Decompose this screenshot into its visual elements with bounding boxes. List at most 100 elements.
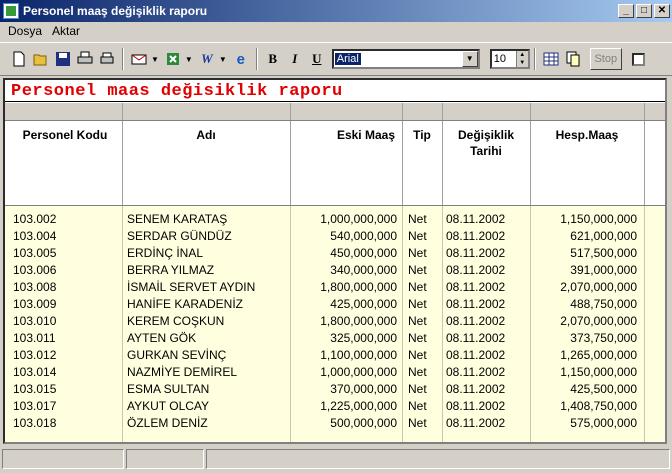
cell-hesp-maas: 517,500,000 xyxy=(570,246,637,260)
bold-button[interactable]: B xyxy=(262,48,284,70)
table-row: 103.018 ÖZLEM DENİZ 500,000,000 Net 08.11.20… xyxy=(5,415,665,432)
cell-degisiklik-tarihi: 08.11.2002 xyxy=(446,348,506,362)
cell-adi: HANİFE KARADENİZ xyxy=(127,297,244,311)
cell-tip: Net xyxy=(408,348,427,362)
cell-eski-maas: 1,800,000,000 xyxy=(320,280,397,294)
chevron-down-icon[interactable]: ▼ xyxy=(219,55,227,64)
table-row: 103.005 ERDİNÇ İNAL 450,000,000 Net 08.11.20… xyxy=(5,245,665,262)
copy-report-icon[interactable] xyxy=(562,48,584,70)
cell-hesp-maas: 488,750,000 xyxy=(570,297,637,311)
cell-hesp-maas: 2,070,000,000 xyxy=(560,314,637,328)
title-divider xyxy=(5,101,665,102)
italic-button[interactable]: I xyxy=(284,48,306,70)
cell-personel-kodu: 103.017 xyxy=(13,399,57,413)
chevron-down-icon[interactable]: ▼ xyxy=(461,51,478,67)
font-size-spinner[interactable]: 10 ▲ ▼ xyxy=(489,49,530,69)
export-word-icon[interactable]: W xyxy=(196,48,218,70)
cell-eski-maas: 540,000,000 xyxy=(330,229,397,243)
table-row: 103.014 NAZMİYE DEMİREL 1,000,000,000 Net 08… xyxy=(5,364,665,381)
report-title: Personel maas değisiklik raporu xyxy=(11,82,343,101)
header-personel-kodu: Personel Kodu xyxy=(22,128,108,142)
header-degisiklik-tarihi: Değişiklik Tarihi xyxy=(442,127,530,159)
menu-dosya[interactable]: Dosya xyxy=(4,24,48,38)
cell-hesp-maas: 2,070,000,000 xyxy=(560,280,637,294)
header-hesp-maas: Hesp.Maaş xyxy=(555,128,619,142)
cell-personel-kodu: 103.018 xyxy=(13,416,57,430)
column-divider xyxy=(402,103,403,120)
cell-tip: Net xyxy=(408,365,427,379)
save-icon[interactable] xyxy=(52,48,74,70)
cell-tip: Net xyxy=(408,331,427,345)
table-row: 103.017 AYKUT OLCAY 1,225,000,000 Net 08.11.… xyxy=(5,398,665,415)
cell-degisiklik-tarihi: 08.11.2002 xyxy=(446,314,506,328)
email-icon[interactable] xyxy=(128,48,150,70)
cell-hesp-maas: 1,408,750,000 xyxy=(560,399,637,413)
table-row: 103.009 HANİFE KARADENİZ 425,000,000 Net 08.… xyxy=(5,296,665,313)
toolbar-separator xyxy=(255,48,258,70)
report-panel: Personel maas değisiklik raporu Personel… xyxy=(3,78,667,444)
maximize-button[interactable]: □ xyxy=(636,4,652,18)
close-button[interactable]: ✕ xyxy=(654,4,670,18)
table-row: 103.004 SERDAR GÜNDÜZ 540,000,000 Net 08.11.… xyxy=(5,228,665,245)
cell-degisiklik-tarihi: 08.11.2002 xyxy=(446,416,506,430)
cell-tip: Net xyxy=(408,297,427,311)
open-folder-icon[interactable] xyxy=(30,48,52,70)
cell-personel-kodu: 103.008 xyxy=(13,280,57,294)
cell-adi: AYTEN GÖK xyxy=(127,331,197,345)
cell-hesp-maas: 621,000,000 xyxy=(570,229,637,243)
cell-hesp-maas: 425,500,000 xyxy=(570,382,637,396)
cell-hesp-maas: 1,150,000,000 xyxy=(560,212,637,226)
cell-degisiklik-tarihi: 08.11.2002 xyxy=(446,382,506,396)
table-row: 103.012 GURKAN SEVİNÇ 1,100,000,000 Net 08.1… xyxy=(5,347,665,364)
underline-button[interactable]: U xyxy=(306,48,328,70)
spin-arrows-icon[interactable]: ▲ ▼ xyxy=(515,51,528,67)
cell-degisiklik-tarihi: 08.11.2002 xyxy=(446,399,506,413)
cell-personel-kodu: 103.002 xyxy=(13,212,57,226)
print-preview-icon[interactable] xyxy=(96,48,118,70)
browser-icon[interactable]: e xyxy=(230,48,252,70)
cell-eski-maas: 1,000,000,000 xyxy=(320,212,397,226)
font-select[interactable]: Arial ▼ xyxy=(331,49,480,69)
chevron-down-icon[interactable]: ▼ xyxy=(151,55,159,64)
app-icon xyxy=(3,3,19,19)
status-panel xyxy=(2,449,124,469)
cell-adi: İSMAİL SERVET AYDIN xyxy=(127,280,256,294)
cell-eski-maas: 1,000,000,000 xyxy=(320,365,397,379)
cell-personel-kodu: 103.012 xyxy=(13,348,57,362)
cell-eski-maas: 340,000,000 xyxy=(330,263,397,277)
cell-personel-kodu: 103.015 xyxy=(13,382,57,396)
column-divider xyxy=(442,103,443,120)
cell-degisiklik-tarihi: 08.11.2002 xyxy=(446,331,506,345)
table-row: 103.015 ESMA SULTAN 370,000,000 Net 08.11.20… xyxy=(5,381,665,398)
option-checkbox[interactable] xyxy=(631,52,645,66)
cell-adi: ESMA SULTAN xyxy=(127,382,210,396)
cell-degisiklik-tarihi: 08.11.2002 xyxy=(446,280,506,294)
cell-adi: SERDAR GÜNDÜZ xyxy=(127,229,232,243)
cell-eski-maas: 450,000,000 xyxy=(330,246,397,260)
status-bar xyxy=(0,449,672,471)
column-divider xyxy=(290,103,291,120)
table-row: 103.006 BERRA YILMAZ 340,000,000 Net 08.11.2… xyxy=(5,262,665,279)
chevron-down-icon[interactable]: ▼ xyxy=(185,55,193,64)
cell-personel-kodu: 103.014 xyxy=(13,365,57,379)
toolbar-separator xyxy=(122,48,124,70)
cell-hesp-maas: 391,000,000 xyxy=(570,263,637,277)
cell-adi: BERRA YILMAZ xyxy=(127,263,215,277)
print-icon[interactable] xyxy=(74,48,96,70)
grid-view-icon[interactable] xyxy=(540,48,562,70)
title-bar: Personel maaş değişiklik raporu _ □ ✕ xyxy=(0,0,672,22)
new-file-icon[interactable] xyxy=(8,48,30,70)
cell-hesp-maas: 373,750,000 xyxy=(570,331,637,345)
font-size-value: 10 xyxy=(493,53,507,65)
minimize-button[interactable]: _ xyxy=(618,4,634,18)
cell-personel-kodu: 103.009 xyxy=(13,297,57,311)
cell-personel-kodu: 103.004 xyxy=(13,229,57,243)
export-excel-icon[interactable] xyxy=(162,48,184,70)
table-row: 103.002 SENEM KARATAŞ 1,000,000,000 Net 08.1… xyxy=(5,211,665,228)
column-divider xyxy=(644,103,645,120)
cell-eski-maas: 425,000,000 xyxy=(330,297,397,311)
menu-bar: Dosya Aktar xyxy=(0,22,672,40)
cell-degisiklik-tarihi: 08.11.2002 xyxy=(446,365,506,379)
stop-button[interactable]: Stop xyxy=(589,48,622,70)
menu-aktar[interactable]: Aktar xyxy=(48,24,86,38)
